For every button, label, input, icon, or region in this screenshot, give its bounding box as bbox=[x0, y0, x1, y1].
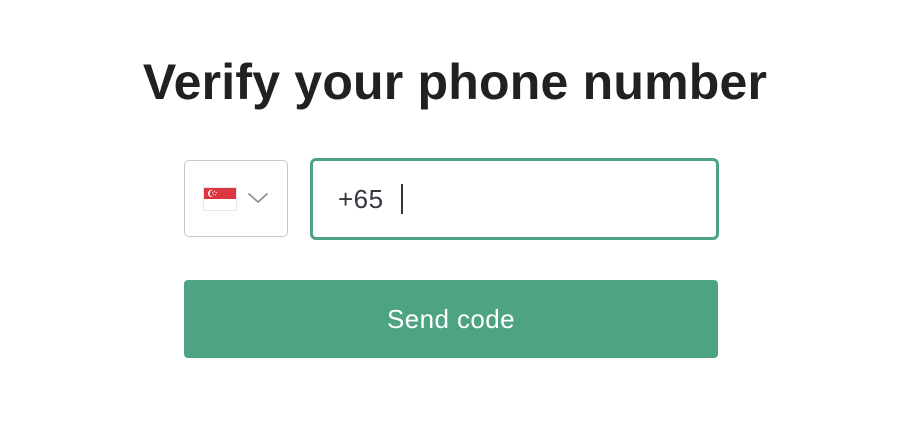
phone-number-input[interactable]: +65 bbox=[310, 158, 719, 240]
chevron-down-icon bbox=[247, 190, 269, 206]
country-code-select[interactable] bbox=[184, 160, 288, 237]
verify-phone-page: Verify your phone number +65 Send code bbox=[0, 0, 910, 424]
phone-number-value: +65 bbox=[338, 183, 384, 214]
page-title: Verify your phone number bbox=[142, 54, 768, 110]
send-code-button[interactable]: Send code bbox=[184, 280, 718, 358]
text-cursor bbox=[400, 184, 403, 214]
singapore-flag-icon bbox=[203, 187, 237, 211]
